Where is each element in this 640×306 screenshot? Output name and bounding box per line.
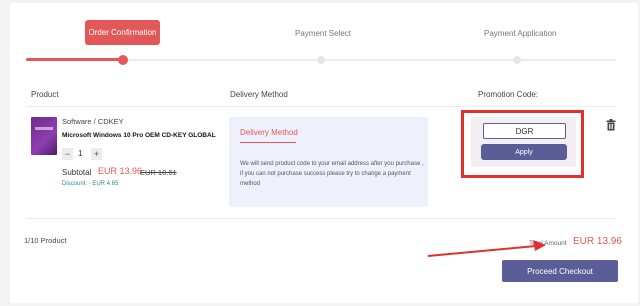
step-payment-select[interactable]: Payment Select [295, 29, 351, 38]
discount-text: Discount: - EUR 4.65 [62, 181, 119, 187]
subtotal-price: EUR 13.96 [98, 166, 143, 176]
subtotal-label: Subtotal [62, 168, 92, 177]
delivery-method-panel: Delivery Method We will send product cod… [229, 117, 428, 207]
highlight-annotation-box [461, 110, 584, 178]
step-payment-application[interactable]: Payment Application [484, 29, 557, 38]
trash-icon[interactable] [606, 119, 616, 131]
product-name[interactable]: Microsoft Windows 10 Pro OEM CD-KEY GLOB… [62, 132, 216, 139]
delivery-title-underline [240, 142, 296, 143]
content-divider [26, 218, 616, 219]
product-category: Software / CDKEY [62, 117, 124, 126]
progress-track-active [26, 58, 122, 61]
step-dot-3 [513, 56, 521, 64]
step-order-confirmation[interactable]: Order Confirmation [85, 20, 160, 45]
delivery-method-title: Delivery Method [240, 128, 298, 137]
delivery-column-header: Delivery Method [230, 90, 288, 99]
product-column-header: Product [31, 90, 59, 99]
product-count: 1/10 Product [24, 236, 67, 245]
quantity-increase-button[interactable]: + [91, 148, 102, 160]
header-divider [26, 106, 616, 107]
product-thumbnail[interactable] [31, 117, 57, 155]
proceed-checkout-button[interactable]: Proceed Checkout [502, 260, 618, 282]
quantity-value[interactable]: 1 [78, 149, 82, 158]
original-price: EUR 18.61 [140, 168, 177, 177]
total-amount-value: EUR 13.96 [573, 236, 622, 247]
step-dot-active [118, 55, 128, 65]
delivery-description: We will send product code to your email … [240, 161, 424, 187]
step-dot-2 [317, 56, 325, 64]
promotion-column-header: Promotion Code: [478, 90, 539, 99]
quantity-decrease-button[interactable]: − [62, 148, 73, 160]
total-amount-label: Total Amount [529, 240, 567, 247]
